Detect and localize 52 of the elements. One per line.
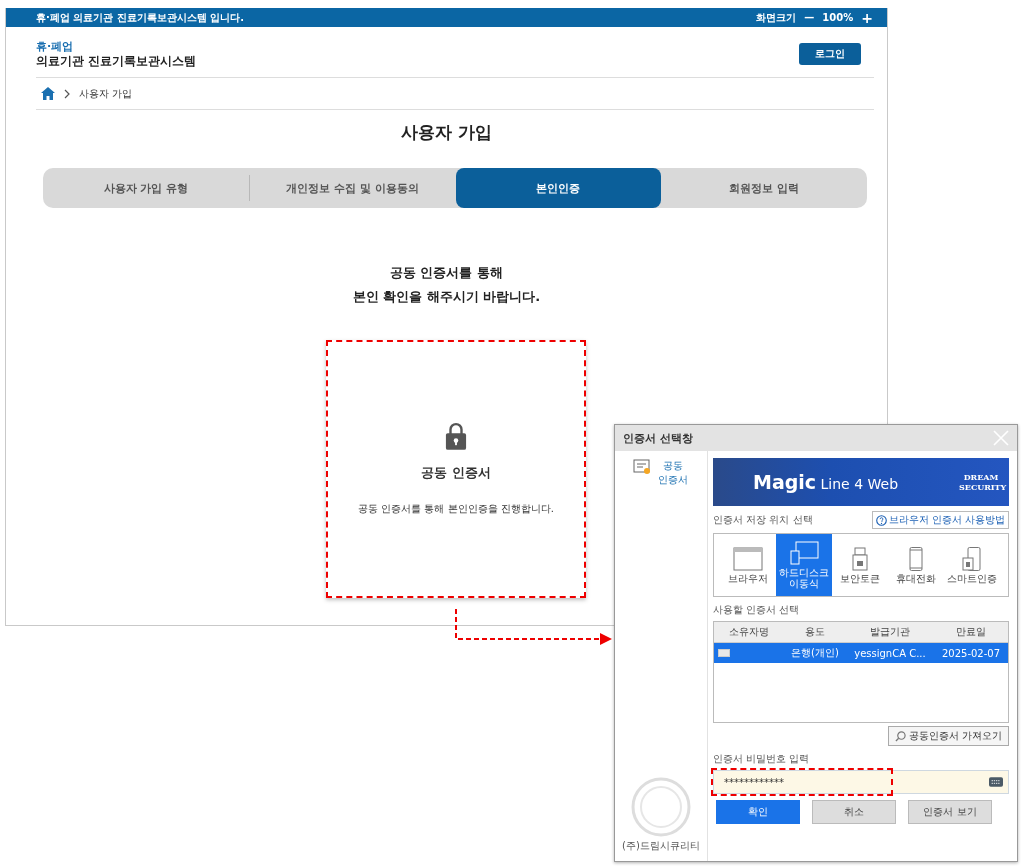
home-icon[interactable] <box>41 87 55 100</box>
top-bar-message: 휴·폐업 의료기관 진료기록보관시스템 입니다. <box>36 10 245 25</box>
step-label: 사용자 가입 유형 <box>102 180 190 197</box>
banner-product-name: Magic Line 4 Web <box>753 471 899 493</box>
column-header[interactable]: 용도 <box>784 625 846 639</box>
storage-label: 인증서 저장 위치 선택 <box>713 513 813 527</box>
zoom-label: 화면크기 <box>756 10 797 25</box>
step-label: 개인정보 수집 및 이용동의 <box>285 180 420 197</box>
table-cell-text: 은행(개인) <box>790 646 840 660</box>
lock-icon <box>445 422 467 450</box>
zoom-in-button[interactable]: + <box>861 10 873 25</box>
intro-text: 공동 인증서를 통해 <box>388 264 505 282</box>
logo-subtitle[interactable]: 휴·폐업 <box>36 39 196 54</box>
storage-option[interactable]: 하드디스크 이동식 <box>776 534 832 596</box>
keyboard-icon[interactable] <box>989 777 1003 787</box>
password-field[interactable]: ************ <box>713 770 1009 794</box>
table-cell-text: yessignCA C... <box>853 647 927 659</box>
monitor-usb-icon <box>789 541 819 565</box>
password-label: 인증서 비밀번호 입력 <box>713 752 811 766</box>
chevron-right-icon <box>64 88 70 99</box>
browser-window-icon <box>733 546 763 571</box>
step-label: 회원정보 입력 <box>728 180 801 197</box>
breadcrumb-item[interactable]: 사용자 가입 <box>79 86 133 101</box>
certificate-card-icon <box>718 649 730 657</box>
dialog-title: 인증서 선택창 <box>623 430 693 446</box>
sidebar-item[interactable]: 공동 인증서 <box>657 459 689 487</box>
step-label: 본인인증 <box>455 168 662 208</box>
zoom-out-button[interactable]: — <box>804 12 815 23</box>
intro-text: 본인 확인을 해주시기 바랍니다. <box>351 288 542 306</box>
card-description: 공동 인증서를 통해 본인인증을 진행합니다. <box>358 502 554 516</box>
logo-title[interactable]: 의료기관 진료기록보관시스템 <box>36 54 196 69</box>
login-button[interactable]: 로그인 <box>799 43 861 65</box>
import-certificate-button[interactable]: 공동인증서 가져오기 <box>887 726 1009 746</box>
page-title: 사용자 가입 <box>400 121 493 144</box>
column-header[interactable]: 발급기관 <box>846 625 934 639</box>
logo-watermark-icon <box>631 777 691 837</box>
column-header[interactable]: 소유자명 <box>714 625 784 639</box>
card-title: 공동 인증서 <box>421 464 491 482</box>
certificate-list-label: 사용할 인증서 선택 <box>713 603 801 617</box>
company-name: (주)드림시큐리티 <box>622 839 700 853</box>
search-icon <box>894 730 906 742</box>
dialog-button[interactable]: 취소 <box>812 800 896 824</box>
certificate-card[interactable]: 공동 인증서 공동 인증서를 통해 본인인증을 진행합니다. <box>326 340 586 598</box>
column-header[interactable]: 만료일 <box>934 625 1008 639</box>
certificate-row[interactable]: 은행(개인) yessignCA C... 2025-02-07 <box>714 643 1008 663</box>
dialog-button[interactable]: 인증서 보기 <box>908 800 992 824</box>
certificate-icon <box>633 459 651 475</box>
dialog-button[interactable]: 확인 <box>716 800 800 824</box>
table-cell-text: 2025-02-07 <box>940 647 1002 659</box>
help-link-button[interactable]: 브라우저 인증서 사용방법 <box>871 511 1009 529</box>
help-icon <box>875 514 887 526</box>
zoom-value: 100% <box>822 12 854 23</box>
